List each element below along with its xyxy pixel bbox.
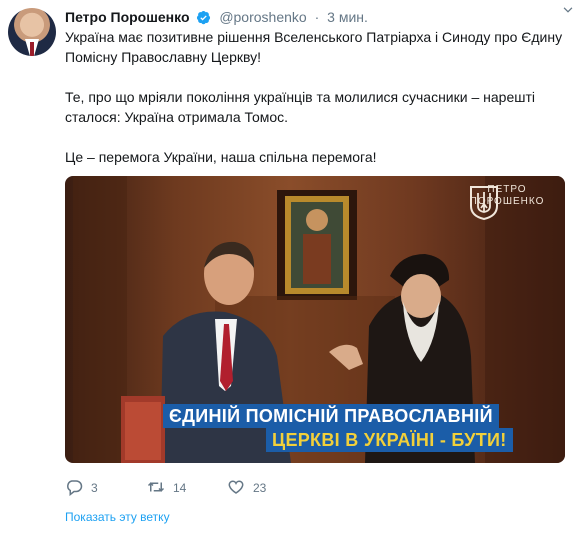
like-count: 23	[253, 481, 267, 495]
avatar-tie	[30, 42, 34, 56]
display-name[interactable]: Петро Порошенко	[65, 9, 190, 25]
verified-badge-icon	[197, 10, 211, 25]
tweet-card[interactable]: Петро Порошенко @poroshenko · 3 мин. Укр…	[0, 0, 581, 537]
tweet-timestamp[interactable]: 3 мин.	[327, 9, 368, 25]
tweet-text: Україна має позитивне рішення Вселенсько…	[65, 27, 565, 167]
retweet-icon	[147, 482, 165, 492]
reply-button[interactable]: 3	[65, 478, 98, 498]
reply-icon	[67, 480, 83, 497]
heart-icon	[228, 480, 244, 494]
trident-icon	[470, 186, 498, 220]
tweet-image[interactable]: ПЕТРО ПОРОШЕНКО ЄДИНІЙ ПОМІСНІЙ ПРАВОСЛА…	[65, 176, 565, 463]
tweet-header: Петро Порошенко @poroshenko · 3 мин.	[65, 8, 565, 26]
separator-dot: ·	[314, 9, 320, 25]
like-button[interactable]: 23	[227, 478, 266, 498]
banner-text-line-1: ЄДИНІЙ ПОМІСНІЙ ПРАВОСЛАВНІЙ	[163, 404, 499, 428]
banner-text-line-2: ЦЕРКВІ В УКРАЇНІ - БУТИ!	[266, 428, 513, 452]
tweet-paragraph: Те, про що мріяли покоління українців та…	[65, 89, 535, 125]
tweet-paragraph: Це – перемога України, наша спільна пере…	[65, 149, 377, 165]
avatar[interactable]	[8, 8, 56, 56]
retweet-button[interactable]: 14	[147, 478, 186, 498]
brand-logo: ПЕТРО ПОРОШЕНКО	[467, 184, 547, 220]
tweet-content: Петро Порошенко @poroshenko · 3 мин. Укр…	[65, 8, 565, 167]
retweet-count: 14	[173, 481, 187, 495]
show-thread-link[interactable]: Показать эту ветку	[65, 510, 170, 524]
chevron-down-icon[interactable]	[561, 3, 575, 17]
user-handle[interactable]: @poroshenko	[219, 9, 306, 25]
reply-count: 3	[91, 481, 98, 495]
tweet-paragraph: Україна має позитивне рішення Вселенсько…	[65, 29, 563, 65]
